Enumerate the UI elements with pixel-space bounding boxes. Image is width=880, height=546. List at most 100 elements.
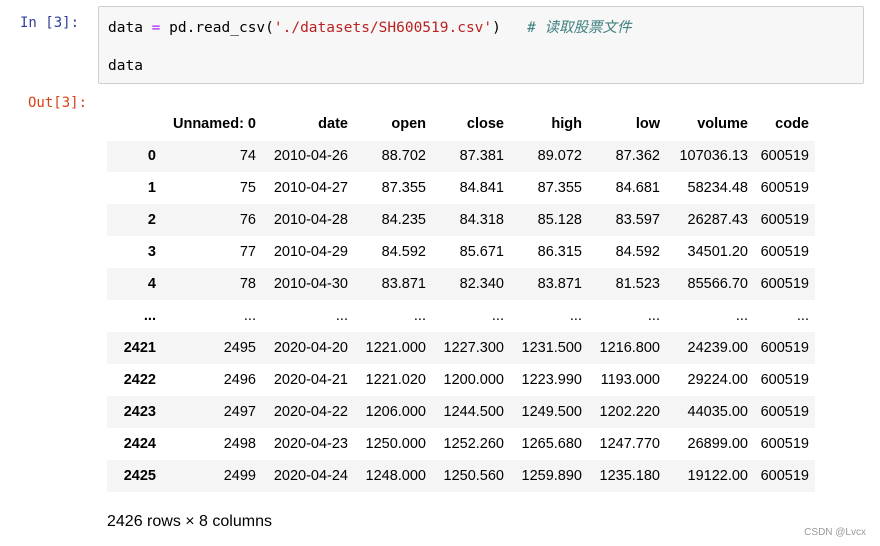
table-row: ........................... — [107, 300, 815, 332]
code-input-area[interactable]: data = pd.read_csv('./datasets/SH600519.… — [98, 6, 864, 84]
column-header: low — [588, 108, 666, 141]
table-cell: 85.671 — [459, 244, 504, 260]
table-cell: 2010-04-28 — [273, 212, 348, 228]
table-cell: 1252.260 — [443, 436, 504, 452]
table-cell: 87.355 — [537, 180, 582, 196]
table-cell: 600519 — [760, 372, 809, 388]
table-cell: 1235.180 — [599, 468, 660, 484]
row-index: 2423 — [123, 404, 156, 420]
table-cell: ... — [735, 308, 748, 324]
table-row: 2425 2499 2020-04-24 1248.000 1250.560 1259.8… — [107, 460, 815, 492]
table-cell: 26899.00 — [687, 436, 748, 452]
table-cell: 78 — [239, 276, 256, 292]
row-index: 2422 — [123, 372, 156, 388]
table-cell: 600519 — [760, 148, 809, 165]
table-body: 0 74 2010-04-26 88.702 87.381 89.072 87.362 107… — [107, 140, 815, 492]
table-cell: 84.592 — [381, 244, 426, 260]
table-cell: 600519 — [760, 276, 809, 292]
table-cell: 74 — [239, 148, 256, 165]
table-cell: 87.355 — [381, 180, 426, 196]
table-cell: 58234.48 — [687, 180, 748, 196]
table-cell: 34501.20 — [687, 244, 748, 260]
code-operator: = — [151, 20, 161, 36]
column-header: close — [432, 108, 510, 141]
row-index: 0 — [147, 148, 156, 165]
table-cell: ... — [491, 308, 504, 324]
code-call-close: ) — [492, 20, 501, 36]
table-cell: 44035.00 — [687, 404, 748, 420]
row-index: 2421 — [123, 340, 156, 356]
table-cell: 1248.000 — [365, 468, 426, 484]
table-cell: 2010-04-26 — [273, 148, 348, 165]
table-cell: 1221.020 — [365, 372, 426, 388]
column-header: Unnamed: 0 — [162, 108, 262, 141]
table-cell: 1250.560 — [443, 468, 504, 484]
table-cell: 84.841 — [459, 180, 504, 196]
dataframe-table: Unnamed: 0 date open close high low volu… — [107, 108, 815, 492]
table-cell: 87.362 — [615, 148, 660, 165]
table-cell: 1202.220 — [599, 404, 660, 420]
table-cell: 2499 — [223, 468, 256, 484]
table-cell: 1193.000 — [600, 372, 660, 388]
table-cell: 2020-04-24 — [273, 468, 348, 484]
table-cell: 2010-04-29 — [273, 244, 348, 260]
table-cell: 600519 — [760, 244, 809, 260]
table-header-row: Unnamed: 0 date open close high low volu… — [107, 108, 815, 141]
table-cell: 1227.300 — [443, 340, 504, 356]
table-row: 4 78 2010-04-30 83.871 82.340 83.871 81.523 855… — [107, 268, 815, 300]
column-header — [107, 108, 162, 141]
table-cell: 82.340 — [459, 276, 504, 292]
table-cell: 2020-04-22 — [273, 404, 348, 420]
table-cell: ... — [569, 308, 582, 324]
table-cell: 600519 — [760, 468, 809, 484]
table-cell: 83.871 — [537, 276, 582, 292]
row-index: 2424 — [123, 436, 156, 452]
table-cell: 84.318 — [459, 212, 504, 228]
table-cell: 600519 — [760, 180, 809, 196]
table-cell: 1249.500 — [521, 404, 582, 420]
table-row: 3 77 2010-04-29 84.592 85.671 86.315 84.592 345… — [107, 236, 815, 268]
table-cell: 600519 — [760, 340, 809, 356]
column-header: date — [262, 108, 354, 141]
table-cell: 600519 — [760, 404, 809, 420]
table-cell: 1221.000 — [365, 340, 426, 356]
table-cell: 24239.00 — [687, 340, 748, 356]
row-index: ... — [143, 308, 156, 324]
table-cell: 1200.000 — [443, 372, 504, 388]
table-cell: 26287.43 — [687, 212, 748, 228]
table-cell: 84.235 — [381, 212, 426, 228]
table-cell: 77 — [239, 244, 256, 260]
table-cell: 2020-04-20 — [273, 340, 348, 356]
table-cell: 2497 — [223, 404, 256, 420]
table-row: 0 74 2010-04-26 88.702 87.381 89.072 87.362 107… — [107, 140, 815, 172]
table-cell: 76 — [239, 212, 256, 228]
table-cell: 2498 — [223, 436, 256, 452]
table-cell: 2020-04-23 — [273, 436, 348, 452]
table-cell: 1206.000 — [365, 404, 426, 420]
column-header: open — [354, 108, 432, 141]
table-cell: ... — [413, 308, 426, 324]
table-cell: 2020-04-21 — [273, 372, 348, 388]
row-index: 4 — [147, 276, 156, 292]
table-cell: 1223.990 — [521, 372, 582, 388]
column-header: volume — [666, 108, 754, 141]
table-cell: 88.702 — [381, 148, 426, 165]
row-index: 2 — [147, 212, 156, 228]
table-row: 1 75 2010-04-27 87.355 84.841 87.355 84.681 582… — [107, 172, 815, 204]
table-cell: 89.072 — [537, 148, 582, 165]
table-cell: 87.381 — [459, 148, 504, 165]
table-cell: 75 — [239, 180, 256, 196]
table-cell: 1231.500 — [521, 340, 582, 356]
code-comment: # 读取股票文件 — [527, 20, 632, 36]
table-cell: 1265.680 — [521, 436, 582, 452]
code-string: './datasets/SH600519.csv' — [273, 20, 493, 36]
table-cell: ... — [243, 308, 256, 324]
table-cell: ... — [796, 308, 809, 324]
table-cell: ... — [335, 308, 348, 324]
watermark: CSDN @Lvcx — [804, 527, 866, 538]
table-cell: 600519 — [760, 436, 809, 452]
code-line-2: data — [108, 58, 143, 74]
table-cell: 84.681 — [615, 180, 660, 196]
table-cell: 2010-04-27 — [273, 180, 348, 196]
table-cell: 29224.00 — [687, 372, 748, 388]
